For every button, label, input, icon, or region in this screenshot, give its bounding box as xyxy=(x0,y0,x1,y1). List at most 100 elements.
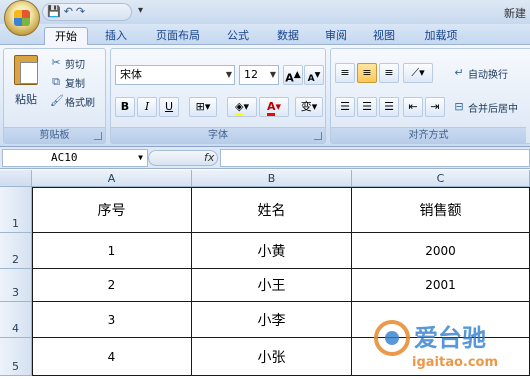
increase-indent-button[interactable]: ⇥ xyxy=(425,97,445,117)
alignment-group: ≡ ≡ ≡ ⟋▾ ↵ 自动换行 ☰ ☰ ☰ ⇤ ⇥ ⊟ 合并后居中 对齐方式 xyxy=(330,48,530,144)
align-bottom-button[interactable]: ≡ xyxy=(379,63,399,83)
format-painter-label: 格式刷 xyxy=(65,97,95,109)
font-size-combo[interactable]: 12 ▼ xyxy=(239,65,279,85)
align-top-button[interactable]: ≡ xyxy=(335,63,355,83)
row-number: 4 xyxy=(12,322,19,335)
align-right-button[interactable]: ☰ xyxy=(379,97,399,117)
cut-label: 剪切 xyxy=(65,59,85,71)
alignment-group-label: 对齐方式 xyxy=(331,127,526,143)
tab-addins[interactable]: 加载项 xyxy=(416,27,466,45)
wrap-text-icon: ↵ xyxy=(454,66,464,79)
orientation-button[interactable]: ⟋▾ xyxy=(403,63,433,83)
tab-page-layout[interactable]: 页面布局 xyxy=(146,27,210,45)
watermark: 爱台驰 igaitao.com xyxy=(370,300,530,379)
row-header-5[interactable]: 5 xyxy=(0,338,32,376)
bold-button[interactable]: B xyxy=(115,97,135,117)
copy-icon: ⧉ xyxy=(52,75,60,88)
shrink-font-button[interactable]: A▼ xyxy=(304,65,324,85)
table-cell[interactable]: 2001 xyxy=(352,269,530,302)
clipboard-launcher-icon[interactable] xyxy=(94,132,102,140)
chevron-down-icon: ▼ xyxy=(269,70,276,79)
table-cell[interactable]: 小黄 xyxy=(192,233,352,269)
fill-bucket-icon: ◈ xyxy=(235,100,244,116)
customize-qat-icon[interactable]: ▾ xyxy=(138,5,143,16)
wrap-text-label: 自动换行 xyxy=(468,69,508,81)
tab-view[interactable]: 视图 xyxy=(364,27,404,45)
font-color-button[interactable]: A▾ xyxy=(259,97,289,117)
scissors-icon: ✂ xyxy=(51,56,61,69)
table-cell[interactable]: 2000 xyxy=(352,233,530,269)
font-name-combo[interactable]: 宋体 ▼ xyxy=(115,65,235,85)
phonetic-button[interactable]: 变▾ xyxy=(295,97,323,117)
borders-button[interactable]: ⊞▾ xyxy=(189,97,217,117)
redo-icon[interactable]: ↷ xyxy=(76,5,85,19)
row-header-3[interactable]: 3 xyxy=(0,269,32,302)
copy-label: 复制 xyxy=(65,78,85,90)
shrink-font-icon: A xyxy=(307,74,315,84)
phonetic-icon: 变 xyxy=(300,100,312,113)
table-cell[interactable]: 1 xyxy=(32,233,192,269)
clipboard-group-label: 剪贴板 xyxy=(4,127,105,143)
table-cell[interactable]: 小李 xyxy=(192,302,352,338)
window-title: 新建 xyxy=(504,7,526,20)
italic-button[interactable]: I xyxy=(137,97,157,117)
select-all-corner[interactable] xyxy=(0,170,32,187)
align-bottom-icon: ≡ xyxy=(384,66,394,79)
office-logo-icon xyxy=(14,10,30,26)
table-cell[interactable]: 小张 xyxy=(192,338,352,376)
align-middle-button[interactable]: ≡ xyxy=(357,63,377,83)
table-cell[interactable]: 4 xyxy=(32,338,192,376)
font-color-icon: A xyxy=(266,100,276,116)
table-header-cell[interactable]: 姓名 xyxy=(192,187,352,233)
column-header-a[interactable]: A xyxy=(32,170,192,187)
copy-button[interactable]: ⧉ 复制 xyxy=(50,74,85,90)
font-group: 宋体 ▼ 12 ▼ A▲ A▼ B I U ⊞▾ ◈▾ A▾ 变▾ 字体 xyxy=(110,48,326,144)
table-cell[interactable]: 3 xyxy=(32,302,192,338)
font-launcher-icon[interactable] xyxy=(314,132,322,140)
formula-bar: AC10 ▼ fx xyxy=(0,147,530,169)
align-left-button[interactable]: ☰ xyxy=(335,97,355,117)
watermark-logo-icon: 爱台驰 igaitao.com xyxy=(374,320,498,370)
tab-insert[interactable]: 插入 xyxy=(96,27,136,45)
watermark-url: igaitao.com xyxy=(412,355,498,370)
underline-button[interactable]: U xyxy=(159,97,179,117)
table-header-cell[interactable]: 销售额 xyxy=(352,187,530,233)
office-button[interactable] xyxy=(4,0,40,36)
tab-data[interactable]: 数据 xyxy=(268,27,308,45)
clipboard-group: 粘贴 ✂ 剪切 ⧉ 复制 🖌 格式刷 剪贴板 xyxy=(3,48,106,144)
fill-color-button[interactable]: ◈▾ xyxy=(227,97,257,117)
title-bar: 💾 ↶ ↷ ▾ 新建 xyxy=(0,0,530,36)
decrease-indent-button[interactable]: ⇤ xyxy=(403,97,423,117)
align-top-icon: ≡ xyxy=(340,66,350,79)
column-header-b[interactable]: B xyxy=(192,170,352,187)
save-icon[interactable]: 💾 xyxy=(47,5,61,19)
wrap-text-button[interactable]: ↵ 自动换行 xyxy=(453,65,508,81)
tab-home[interactable]: 开始 xyxy=(44,27,88,45)
formula-input[interactable] xyxy=(220,149,530,167)
table-header-cell[interactable]: 序号 xyxy=(32,187,192,233)
merge-cells-icon: ⊟ xyxy=(454,100,464,113)
watermark-text: 爱台驰 xyxy=(414,324,486,352)
undo-icon[interactable]: ↶ xyxy=(64,5,73,19)
tab-formulas[interactable]: 公式 xyxy=(218,27,258,45)
row-header-2[interactable]: 2 xyxy=(0,233,32,269)
tab-review[interactable]: 审阅 xyxy=(316,27,356,45)
name-box-value: AC10 xyxy=(51,151,78,164)
align-center-button[interactable]: ☰ xyxy=(357,97,377,117)
format-painter-button[interactable]: 🖌 格式刷 xyxy=(50,93,95,109)
row-header-1[interactable]: 1 xyxy=(0,187,32,233)
chevron-down-icon: ▼ xyxy=(138,153,143,162)
insert-function-icon[interactable]: fx xyxy=(204,151,214,164)
table-cell[interactable]: 小王 xyxy=(192,269,352,302)
table-cell[interactable]: 2 xyxy=(32,269,192,302)
grow-font-button[interactable]: A▲ xyxy=(283,65,303,85)
paste-button[interactable]: 粘贴 xyxy=(8,53,44,125)
cut-button[interactable]: ✂ 剪切 xyxy=(50,55,85,71)
name-box[interactable]: AC10 ▼ xyxy=(2,149,148,167)
font-size-value: 12 xyxy=(244,68,258,81)
align-middle-icon: ≡ xyxy=(362,66,372,79)
font-group-label: 字体 xyxy=(111,127,325,143)
column-header-c[interactable]: C xyxy=(352,170,530,187)
merge-center-button[interactable]: ⊟ 合并后居中 xyxy=(453,99,518,115)
row-header-4[interactable]: 4 xyxy=(0,302,32,338)
